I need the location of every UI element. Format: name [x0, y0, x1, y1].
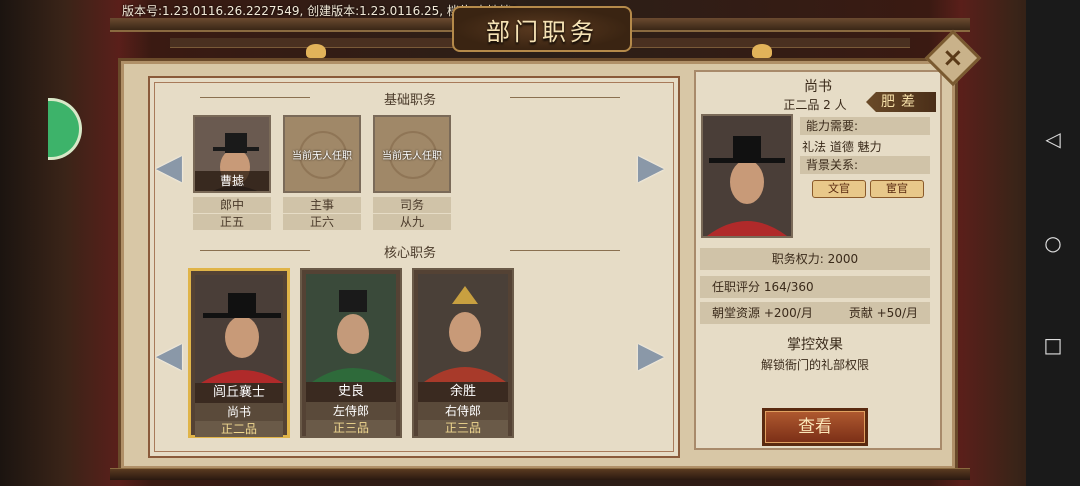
- ability-values: 礼法 道德 魅力: [802, 140, 882, 154]
- background-pill-eunuch[interactable]: 宦官: [870, 180, 924, 198]
- lamp-icon: [306, 44, 326, 58]
- basic-next-arrow-icon[interactable]: ▶: [638, 147, 664, 187]
- detail-subtitle: 正二品 2 人: [783, 98, 847, 112]
- core-next-arrow-icon[interactable]: ▶: [638, 335, 664, 375]
- close-icon: ×: [942, 42, 964, 73]
- basic-card-name: 曹摅: [195, 171, 269, 191]
- basic-section-title: 基础职务: [200, 89, 620, 108]
- bottom-beam: [110, 468, 970, 480]
- vacant-label: 当前无人任职: [292, 150, 352, 162]
- vacant-label: 当前无人任职: [382, 150, 442, 162]
- score-row: 任职评分 164/360: [700, 276, 930, 298]
- page-title: 部门职务: [452, 6, 632, 52]
- core-card-rank: 尚书: [195, 403, 283, 421]
- basic-rank: 主事: [283, 197, 361, 213]
- contribution-text: 贡献 +50/月: [848, 306, 918, 320]
- side-green-button[interactable]: [48, 98, 82, 160]
- core-card-rank: 左侍郎: [306, 402, 396, 420]
- core-card-grade: 正三品: [306, 420, 396, 436]
- lamp-icon: [752, 44, 772, 58]
- basic-card-vacant[interactable]: 当前无人任职: [373, 115, 451, 193]
- background-label: 背景关系:: [800, 156, 930, 174]
- core-card-name: 史良: [306, 382, 396, 402]
- ability-label: 能力需要:: [800, 117, 930, 135]
- control-desc: 解锁衙门的礼部权限: [760, 358, 869, 372]
- detail-portrait[interactable]: [701, 114, 793, 238]
- power-row: 职务权力: 2000: [700, 248, 930, 270]
- official-portrait-icon: [195, 275, 283, 383]
- core-card-rank: 右侍郎: [418, 402, 508, 420]
- home-icon[interactable]: ○: [1040, 230, 1066, 256]
- basic-grade: 正五: [193, 214, 271, 230]
- official-portrait-icon: [306, 274, 396, 382]
- back-icon[interactable]: ◁: [1040, 126, 1066, 152]
- basic-card-vacant[interactable]: 当前无人任职: [283, 115, 361, 193]
- detail-tag-badge: 肥差: [866, 92, 936, 112]
- control-title: 掌控效果: [787, 337, 843, 353]
- official-portrait-icon: [703, 116, 791, 236]
- basic-rank: 郎中: [193, 197, 271, 213]
- basic-prev-arrow-icon[interactable]: ◀: [156, 147, 182, 187]
- basic-rank: 司务: [373, 197, 451, 213]
- core-prev-arrow-icon[interactable]: ◀: [156, 335, 182, 375]
- game-screen: 版本号:1.23.0116.26.2227549, 创建版本:1.23.0116…: [0, 0, 1080, 486]
- view-button[interactable]: 查看: [762, 408, 868, 446]
- resource-row: 朝堂资源 +200/月 贡献 +50/月: [700, 302, 930, 324]
- core-section-title: 核心职务: [200, 242, 620, 261]
- core-card-name: 闾丘襄士: [195, 383, 283, 403]
- core-card-name: 余胜: [418, 382, 508, 402]
- core-card-grade: 正三品: [418, 420, 508, 436]
- basic-grade: 正六: [283, 214, 361, 230]
- recents-icon[interactable]: □: [1040, 332, 1066, 358]
- background-pill-civil[interactable]: 文官: [812, 180, 866, 198]
- core-card[interactable]: 闾丘襄士 尚书 正二品: [188, 268, 290, 438]
- resource-text: 朝堂资源 +200/月: [712, 306, 813, 320]
- basic-card-portrait[interactable]: 曹摅: [193, 115, 271, 193]
- basic-grade: 从九: [373, 214, 451, 230]
- core-card-grade: 正二品: [195, 421, 283, 437]
- core-card[interactable]: 史良 左侍郎 正三品: [300, 268, 402, 438]
- core-card[interactable]: 余胜 右侍郎 正三品: [412, 268, 514, 438]
- official-portrait-icon: [418, 274, 508, 382]
